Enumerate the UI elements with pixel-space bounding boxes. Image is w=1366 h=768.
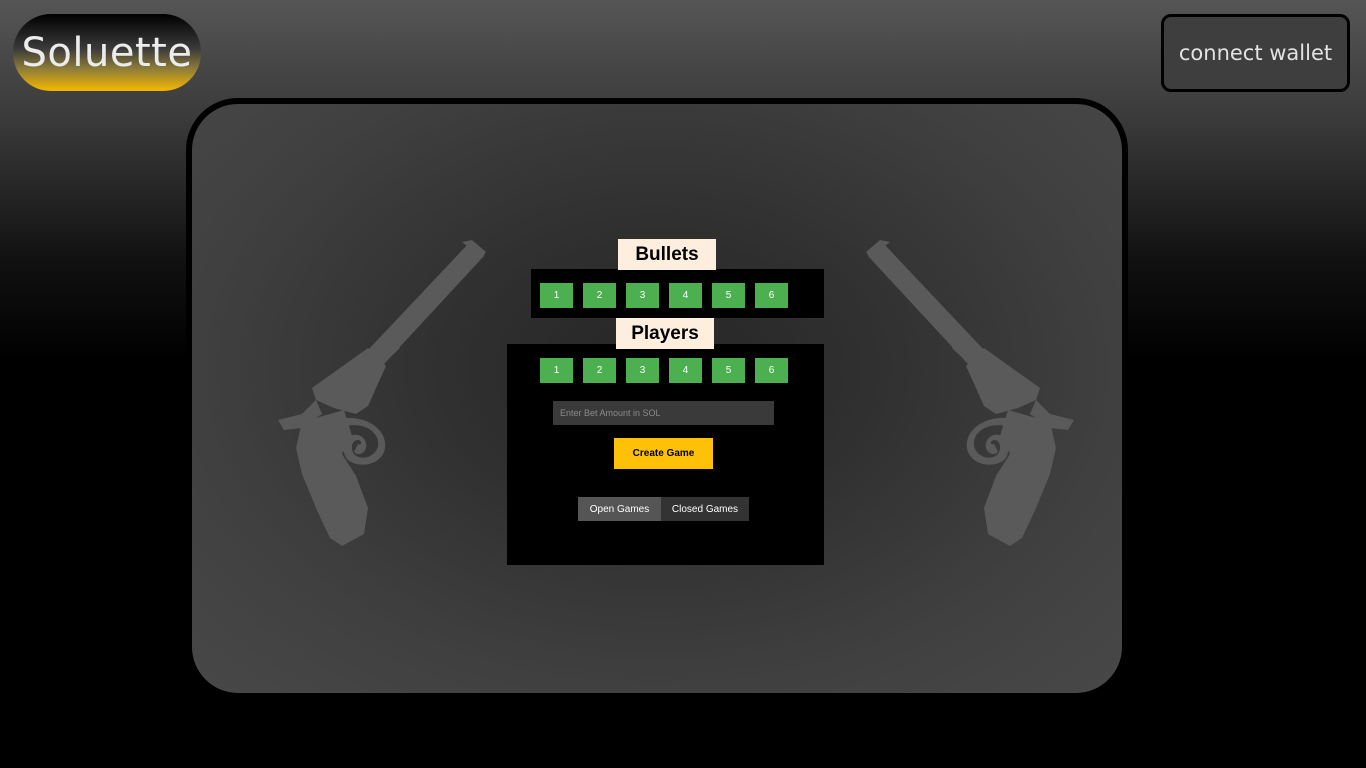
bullets-title: Bullets — [618, 239, 716, 270]
bet-amount-input[interactable] — [553, 401, 774, 425]
connect-wallet-button[interactable]: connect wallet — [1161, 14, 1350, 92]
bullets-options: 1 2 3 4 5 6 — [540, 283, 788, 308]
soluette-logo: Soluette — [13, 14, 201, 91]
create-game-button[interactable]: Create Game — [614, 438, 713, 469]
players-option-4[interactable]: 4 — [669, 358, 702, 383]
players-options: 1 2 3 4 5 6 — [540, 358, 788, 383]
bullets-option-5[interactable]: 5 — [712, 283, 745, 308]
bullets-option-1[interactable]: 1 — [540, 283, 573, 308]
revolver-icon — [850, 238, 1080, 558]
tab-open-games[interactable]: Open Games — [578, 497, 661, 521]
players-option-1[interactable]: 1 — [540, 358, 573, 383]
players-option-6[interactable]: 6 — [755, 358, 788, 383]
players-option-2[interactable]: 2 — [583, 358, 616, 383]
bullets-option-2[interactable]: 2 — [583, 283, 616, 308]
games-tabs: Open Games Closed Games — [578, 497, 749, 521]
bullets-option-4[interactable]: 4 — [669, 283, 702, 308]
revolver-icon — [272, 238, 502, 558]
tab-closed-games[interactable]: Closed Games — [661, 497, 749, 521]
players-option-3[interactable]: 3 — [626, 358, 659, 383]
players-option-5[interactable]: 5 — [712, 358, 745, 383]
bullets-option-3[interactable]: 3 — [626, 283, 659, 308]
bullets-option-6[interactable]: 6 — [755, 283, 788, 308]
players-title: Players — [616, 318, 714, 349]
logo-text: Soluette — [21, 29, 193, 76]
connect-wallet-label: connect wallet — [1178, 41, 1333, 65]
